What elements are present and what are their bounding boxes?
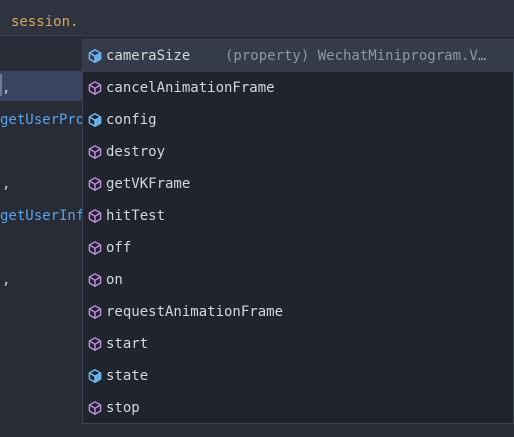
suggestion-detail: (property) WechatMiniprogram.V… [225, 48, 487, 64]
autocomplete-suggestion-list[interactable]: cameraSize (property) WechatMiniprogram.V… [82, 39, 514, 424]
suggestion-label: cancelAnimationFrame [106, 80, 275, 96]
current-line-highlight [0, 71, 85, 101]
method-icon [87, 272, 103, 288]
suggestion-label: on [106, 272, 123, 288]
suggestion-label: getVKFrame [106, 176, 191, 192]
suggestion-label: cameraSize [106, 48, 191, 64]
property-icon [87, 368, 103, 384]
suggestion-item-config[interactable]: config [83, 104, 513, 136]
code-fragment-comma-3: , [2, 272, 11, 288]
property-icon [87, 112, 103, 128]
suggestion-label: start [106, 336, 149, 352]
suggestion-item-camerasize[interactable]: cameraSize (property) WechatMiniprogram.V… [83, 40, 513, 72]
suggestion-label: state [106, 368, 149, 384]
method-icon [87, 144, 103, 160]
editor-line-session: session. [0, 0, 514, 36]
suggestion-label: off [106, 240, 132, 256]
suggestion-label: config [106, 112, 157, 128]
suggestion-item-off[interactable]: off [83, 232, 513, 264]
code-fragment-getuserinf: getUserInf [0, 208, 85, 224]
suggestion-label: destroy [106, 144, 166, 160]
method-icon [87, 80, 103, 96]
code-session-text: session. [11, 14, 79, 30]
suggestion-item-stop[interactable]: stop [83, 392, 513, 423]
method-icon [87, 400, 103, 416]
suggestion-label: hitTest [106, 208, 166, 224]
suggestion-item-on[interactable]: on [83, 264, 513, 296]
method-icon [87, 304, 103, 320]
property-icon [87, 48, 103, 64]
suggestion-item-hittest[interactable]: hitTest [83, 200, 513, 232]
suggestion-item-getvkframe[interactable]: getVKFrame [83, 168, 513, 200]
suggestion-item-cancelanimationframe[interactable]: cancelAnimationFrame [83, 72, 513, 104]
method-icon [87, 176, 103, 192]
suggestion-label: requestAnimationFrame [106, 304, 284, 320]
suggestion-item-state[interactable]: state [83, 360, 513, 392]
suggestion-item-destroy[interactable]: destroy [83, 136, 513, 168]
method-icon [87, 336, 103, 352]
suggestion-item-requestanimationframe[interactable]: requestAnimationFrame [83, 296, 513, 328]
code-fragment-comma-1: , [2, 80, 11, 96]
method-icon [87, 208, 103, 224]
method-icon [87, 240, 103, 256]
suggestion-item-start[interactable]: start [83, 328, 513, 360]
code-fragment-getuserpro: getUserPro [0, 112, 85, 128]
suggestion-label: stop [106, 400, 140, 416]
code-fragment-comma-2: , [2, 176, 11, 192]
